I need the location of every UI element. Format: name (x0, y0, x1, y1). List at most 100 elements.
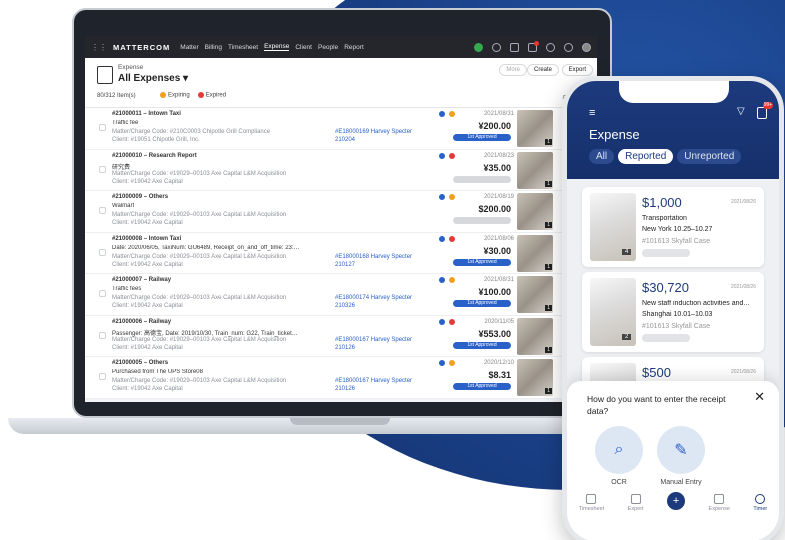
more-button[interactable]: More (499, 64, 527, 76)
alert-icon (449, 318, 455, 325)
status-badge: 1st Approved (453, 258, 511, 266)
expense-doc-icon (97, 66, 113, 84)
row-checkbox[interactable] (99, 290, 106, 297)
check-icon (439, 277, 445, 283)
expense-list: #21000011 – Intown Taxi Traffic fee Matt… (85, 108, 597, 399)
tab-expert[interactable]: Expert (628, 494, 644, 512)
table-row[interactable]: #21000005 – Others Purchased from The UP… (85, 357, 597, 399)
avatar[interactable] (582, 42, 591, 52)
row-checkbox[interactable] (99, 207, 106, 214)
charge-code: Matter/Charge Code: #19029–00103 Axe Cap… (112, 212, 287, 218)
view-selector[interactable]: All Expenses ▾ (118, 73, 188, 84)
nav-matter[interactable]: Matter (180, 44, 198, 51)
nav-expense[interactable]: Expense (264, 43, 290, 51)
timesheet-icon (586, 494, 597, 504)
invoice-link[interactable]: #E18000169 Harvey Specter (335, 129, 412, 135)
nav-billing[interactable]: Billing (205, 44, 222, 51)
notification-icon[interactable] (528, 40, 539, 52)
laptop-screen: ⋮⋮ MATTERCOM Matter Billing Timesheet Ex… (85, 36, 597, 402)
tab-all[interactable]: All (589, 149, 615, 164)
expense-amount: $200.00 (478, 204, 511, 214)
settings-icon[interactable] (564, 42, 573, 52)
filter-icon[interactable]: ▽ (737, 106, 745, 117)
status-icon[interactable] (474, 42, 483, 52)
help-icon[interactable] (546, 42, 555, 52)
table-row[interactable]: #21000009 – Others Walmart Matter/Charge… (85, 191, 597, 233)
table-row[interactable]: #21000006 – Railway Passenger: 高德宝, Date… (85, 316, 597, 357)
manual-entry-button[interactable]: ✎ (657, 426, 705, 474)
expense-amount: ¥30.00 (483, 245, 511, 256)
expired-dot-icon (197, 92, 204, 98)
table-row[interactable]: #21000008 – Intown Taxi Date: 2020/06/05… (85, 233, 597, 274)
row-checkbox[interactable] (99, 373, 106, 380)
folder-icon[interactable] (510, 42, 519, 52)
card-amount: $500 (642, 365, 671, 380)
brand-logo: MATTERCOM (113, 42, 171, 52)
invoice-link[interactable]: #E18000167 Harvey Specter (335, 337, 412, 343)
expense-date: 2021/08/23 (483, 152, 514, 159)
receipt-icon (714, 494, 725, 504)
expense-date: 2021/08/19 (483, 194, 514, 200)
invoice-link[interactable]: #E18000167 Harvey Specter (335, 378, 412, 384)
status-icons (439, 235, 457, 242)
client: Client: #19042 Axe Capital (112, 178, 183, 185)
create-button[interactable]: Create (526, 64, 559, 76)
expense-card[interactable]: 2 $30,720 2021/08/26 New staff induction… (582, 272, 764, 352)
expense-card[interactable]: 4 $1,000 2021/08/26 Transportation New Y… (582, 187, 764, 267)
apps-grid-icon[interactable]: ⋮⋮ (91, 43, 107, 52)
add-button[interactable]: + (667, 492, 686, 510)
table-row[interactable]: #21000010 – Research Report 研究费 Matter/C… (85, 150, 597, 191)
tab-timer[interactable]: Timer (753, 494, 767, 512)
receipt-count: 1 (545, 139, 552, 145)
top-nav: ⋮⋮ MATTERCOM Matter Billing Timesheet Ex… (85, 36, 597, 58)
expense-date: 2021/08/06 (483, 235, 514, 242)
export-button[interactable]: Export (561, 64, 593, 76)
charge-code: Matter/Charge Code: #19029–00103 Axe Cap… (112, 295, 287, 301)
check-icon (439, 111, 445, 117)
status-icons (439, 194, 457, 200)
charge-code: Matter/Charge Code: #19029–00103 Axe Cap… (112, 378, 287, 384)
status-badge: 1st Approved (453, 300, 511, 307)
status-badge: 1st Approved (453, 383, 511, 390)
card-date: 2021/08/26 (730, 284, 756, 290)
tab-expense[interactable]: Expense (709, 494, 730, 512)
nav-timesheet[interactable]: Timesheet (228, 44, 258, 51)
table-row[interactable]: #21000011 – Intown Taxi Traffic fee Matt… (85, 108, 597, 150)
page-header: Expense All Expenses ▾ 80/312 Item(s) Ex… (85, 58, 597, 108)
phone-tabs: All Reported Unreported (589, 149, 742, 164)
expense-desc: 研究费 (112, 164, 131, 171)
nav-people[interactable]: People (318, 44, 338, 51)
invoice-number: 210126 (335, 344, 356, 351)
tab-unreported[interactable]: Unreported (677, 149, 742, 164)
close-icon[interactable]: ✕ (754, 389, 765, 405)
status-icons (439, 360, 457, 366)
receipt-count: 1 (545, 222, 552, 228)
card-date: 2021/08/26 (730, 369, 756, 375)
phone-frame: ≡ Expense ▽ 99+ All Reported Unreported … (562, 76, 784, 540)
card-case: #101613 Skyfall Case (642, 238, 711, 245)
row-checkbox[interactable] (99, 124, 106, 131)
menu-icon[interactable]: ≡ (589, 107, 595, 119)
expense-desc: Walmart (112, 203, 135, 209)
row-checkbox[interactable] (99, 165, 106, 173)
invoice-link[interactable]: #E18000168 Harvey Specter (335, 254, 412, 260)
row-checkbox[interactable] (99, 331, 106, 339)
expense-id: #21000006 – Railway (112, 318, 172, 325)
row-checkbox[interactable] (99, 248, 106, 256)
nav-client[interactable]: Client (295, 44, 312, 51)
expense-id: #21000009 – Others (112, 194, 169, 200)
timer-icon[interactable] (492, 42, 501, 52)
tab-timesheet[interactable]: Timesheet (579, 494, 604, 512)
receipts-badge: 99+ (763, 102, 773, 109)
check-icon (439, 235, 445, 242)
receipt-count: 1 (545, 305, 552, 311)
promo-stage: ⋮⋮ MATTERCOM Matter Billing Timesheet Ex… (0, 0, 785, 540)
expense-desc: Purchased from The UPS Store08 (112, 369, 203, 375)
table-row[interactable]: #21000007 – Railway Traffic fees Matter/… (85, 274, 597, 316)
expense-desc: Passenger: 高德宝, Date: 2019/10/30, Train_… (112, 330, 298, 337)
tab-reported[interactable]: Reported (618, 149, 674, 164)
check-icon (439, 152, 445, 159)
invoice-link[interactable]: #E18000174 Harvey Specter (335, 295, 412, 301)
nav-report[interactable]: Report (344, 44, 364, 51)
ocr-button[interactable]: ⌕ (595, 426, 643, 474)
